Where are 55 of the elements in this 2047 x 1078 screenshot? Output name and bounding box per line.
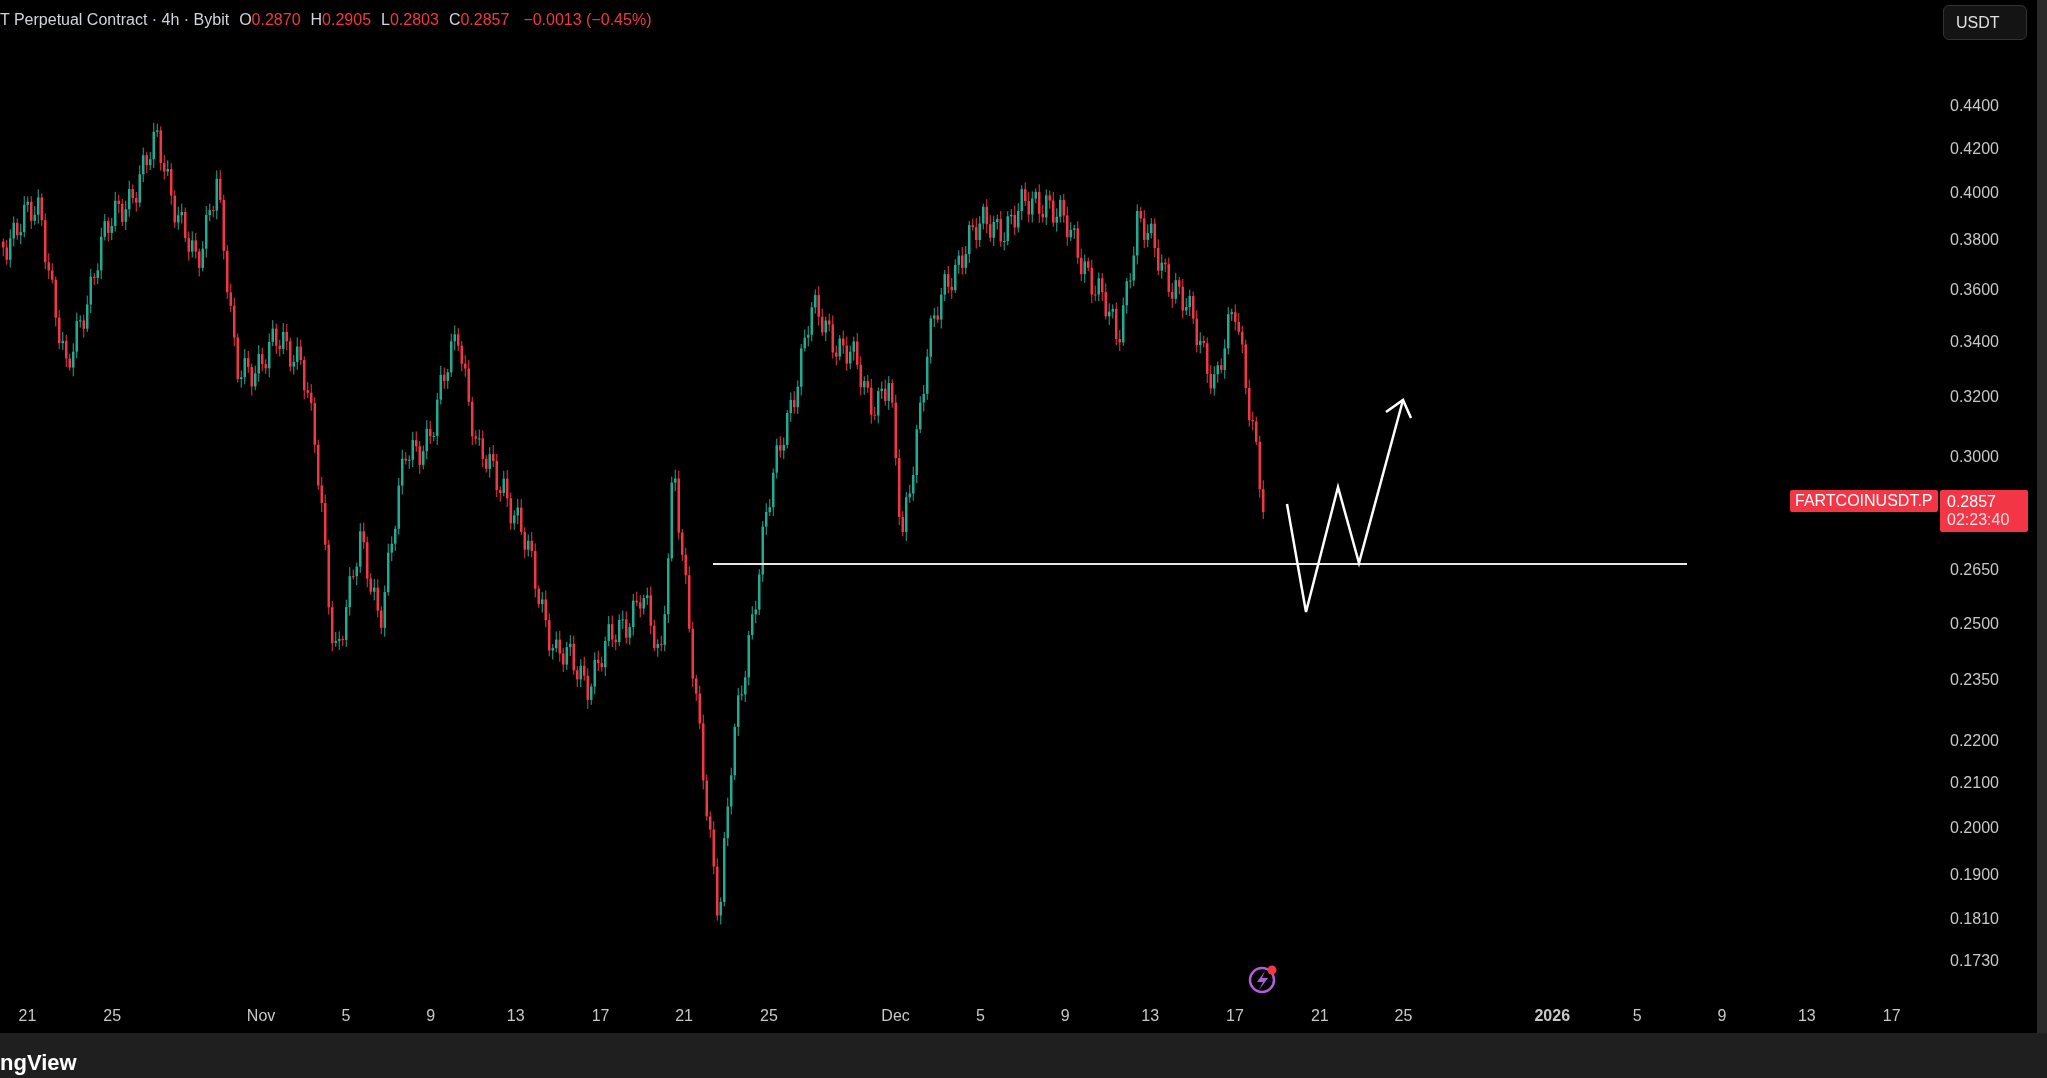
- time-label: 13: [1141, 1007, 1160, 1024]
- price-label: 0.2200: [1950, 732, 1999, 749]
- time-label: 9: [426, 1007, 436, 1024]
- time-label: 21: [1310, 1007, 1329, 1024]
- ohlc-letter: C: [448, 11, 461, 28]
- time-label: 5: [1632, 1007, 1642, 1024]
- time-label: 17: [1226, 1007, 1244, 1024]
- time-label: 21: [18, 1007, 37, 1024]
- price-label: 0.3200: [1950, 388, 1999, 405]
- currency-button[interactable]: USDT: [1943, 5, 2027, 40]
- logo-text: ngView: [0, 1050, 77, 1076]
- time-label: 25: [1394, 1007, 1413, 1024]
- time-label: 9: [1717, 1007, 1727, 1024]
- time-label: 9: [1060, 1007, 1070, 1024]
- price-label: 0.3600: [1950, 281, 1999, 298]
- price-label: 0.3000: [1950, 448, 1999, 465]
- price-label: 0.2100: [1950, 774, 1999, 791]
- price-label: 0.3400: [1950, 333, 1999, 350]
- ohlc-value: 0.2870: [251, 11, 301, 28]
- time-label: 2026: [1534, 1007, 1571, 1024]
- time-label: Dec: [881, 1007, 910, 1024]
- time-label: 13: [1797, 1007, 1816, 1024]
- price-label: 0.3800: [1950, 231, 1999, 248]
- last-price: 0.2857: [1947, 493, 1997, 511]
- time-label: Nov: [246, 1007, 276, 1024]
- time-label: 25: [760, 1007, 778, 1024]
- price-label: 0.2350: [1950, 671, 1999, 688]
- chart-title: T Perpetual Contract · 4h · Bybit: [0, 11, 230, 29]
- price-label: 0.4000: [1950, 184, 1999, 201]
- price-label: 0.2650: [1950, 561, 1999, 578]
- bar-countdown: 02:23:40: [1947, 511, 2011, 529]
- ohlc-letter: L: [381, 11, 390, 28]
- ohlc-letter: H: [310, 11, 323, 28]
- time-label: 5: [341, 1007, 351, 1024]
- time-label: 13: [506, 1007, 525, 1024]
- ohlc-value: 0.2803: [389, 11, 439, 28]
- projection-arrow[interactable]: [1285, 398, 1413, 614]
- ohlc-value: 0.2905: [322, 11, 372, 28]
- time-label: 25: [103, 1007, 122, 1024]
- time-label: 17: [1882, 1007, 1901, 1024]
- time-label: 17: [591, 1007, 610, 1024]
- lightning-icon[interactable]: [1248, 965, 1277, 994]
- price-label: 0.4200: [1950, 140, 1999, 157]
- price-label: 0.2500: [1950, 615, 1999, 632]
- ohlc-value: 0.2857: [460, 11, 510, 28]
- symbol-tag: FARTCOINUSDT.P: [1790, 490, 1938, 512]
- ohlc-letter: O: [239, 11, 252, 28]
- price-label: 0.1900: [1950, 866, 1999, 883]
- price-change: −0.0013 (−0.45%): [523, 11, 652, 29]
- price-label: 0.1810: [1950, 910, 1999, 927]
- time-label: 21: [675, 1007, 693, 1024]
- price-label: 0.2000: [1950, 819, 1999, 836]
- price-label: 0.4400: [1950, 97, 1999, 114]
- price-label: 0.1730: [1950, 952, 1999, 969]
- time-label: 5: [976, 1007, 985, 1024]
